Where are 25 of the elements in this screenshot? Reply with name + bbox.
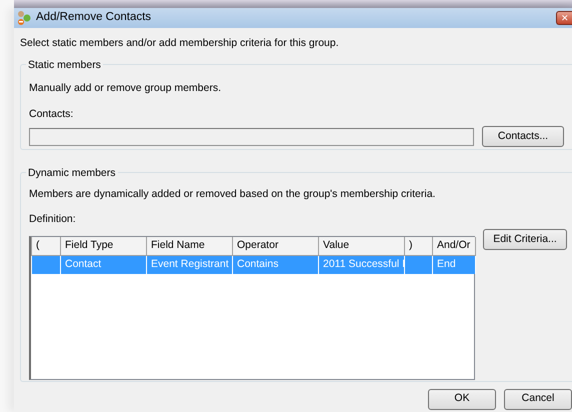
field-label: Definition:	[29, 212, 77, 226]
column-header[interactable]: (	[32, 237, 60, 256]
description-text: Manually add or remove group members.	[29, 80, 222, 96]
edit-criteria-button[interactable]: Edit Criteria...	[483, 229, 567, 250]
table-cell: End	[432, 256, 476, 274]
ok-button[interactable]: OK	[428, 388, 496, 410]
column-header[interactable]: Operator	[232, 237, 318, 256]
column-header[interactable]: Value	[318, 237, 404, 256]
contacts-group-icon	[16, 10, 32, 26]
window-title: Add/Remove Contacts	[36, 10, 152, 26]
field-label: Contacts:	[29, 106, 74, 122]
contacts-button[interactable]: Contacts...	[482, 126, 564, 148]
column-header[interactable]: Field Type	[60, 237, 146, 256]
group-legend: Dynamic members	[26, 166, 118, 182]
cancel-button[interactable]: Cancel	[504, 388, 572, 410]
description-text: Members are dynamically added or removed based on the group's membership criteria.	[29, 186, 436, 202]
contacts-field[interactable]	[29, 128, 474, 146]
instruction-text: Select static members and/or add membership criteria for this group.	[20, 36, 340, 51]
column-header[interactable]: )	[404, 237, 432, 256]
column-header[interactable]: And/Or	[432, 237, 476, 256]
table-cell: Contact	[60, 256, 146, 274]
table-cell: Contains	[232, 256, 318, 274]
table-cell: Event Registrant	[146, 256, 232, 274]
table-cell	[404, 256, 432, 274]
column-header[interactable]: Field Name	[146, 237, 232, 256]
